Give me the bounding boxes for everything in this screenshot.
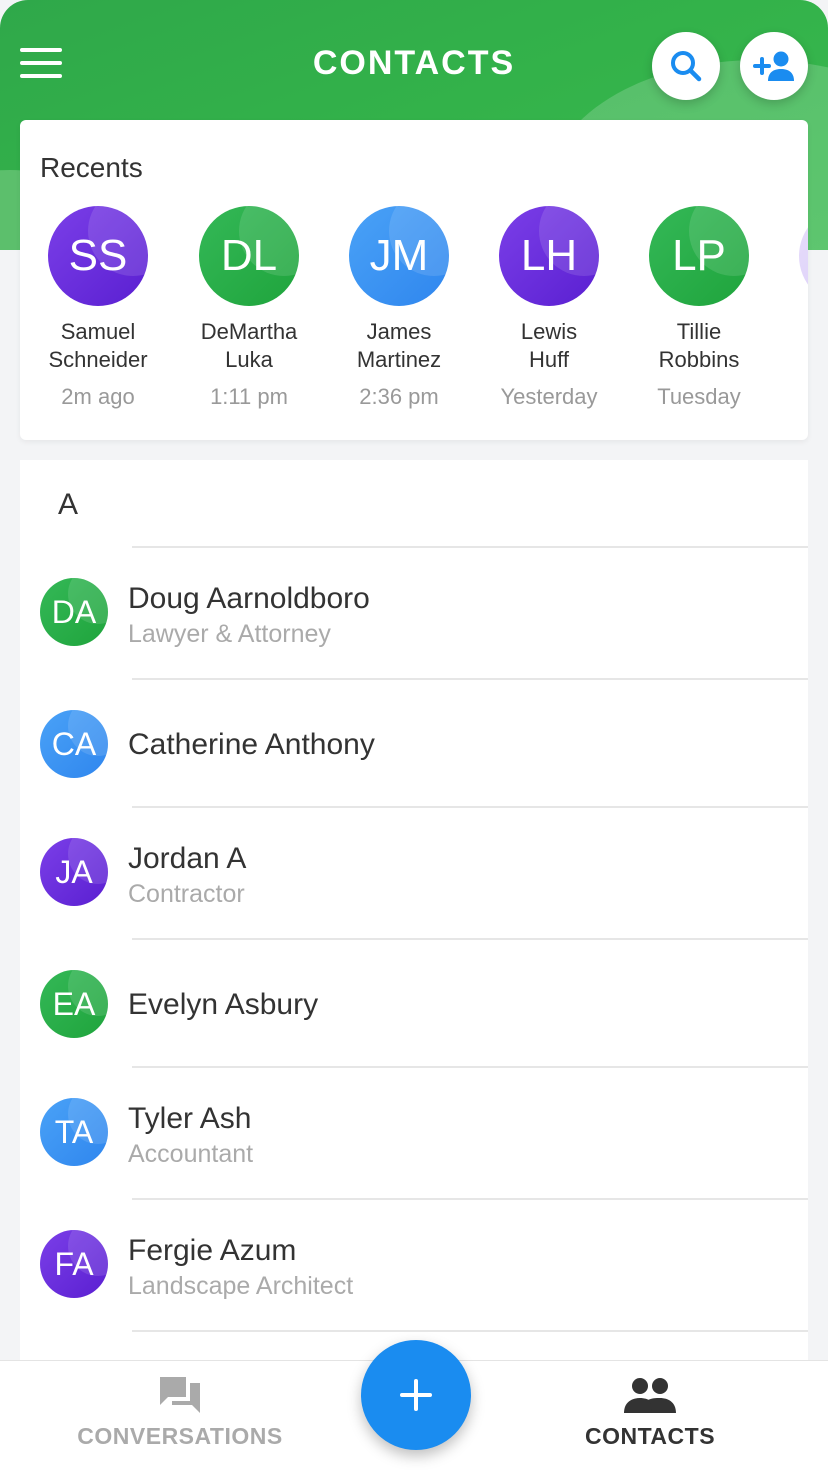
avatar: FA xyxy=(40,1230,108,1298)
avatar: JA xyxy=(40,838,108,906)
plus-icon xyxy=(400,1379,432,1411)
avatar xyxy=(799,206,808,306)
contact-name: Fergie Azum xyxy=(128,1234,297,1267)
recent-contact-time: 2:36 pm xyxy=(359,384,439,409)
list-item[interactable]: TA Tyler Ash Accountant xyxy=(20,1068,808,1196)
list-item[interactable]: JA Jordan A Contractor xyxy=(20,808,808,936)
list-item[interactable]: EA Evelyn Asbury xyxy=(20,940,808,1068)
recent-contact-name: Lewis Huff xyxy=(520,319,578,372)
avatar: DA xyxy=(40,578,108,646)
recent-contact-time: 2m ago xyxy=(61,384,135,409)
add-contact-button[interactable] xyxy=(740,32,808,100)
recents-title: Recents xyxy=(40,152,143,183)
avatar: JM xyxy=(349,206,449,306)
tab-conversations-label: CONVERSATIONS xyxy=(77,1423,283,1449)
recent-contact-time: 1:11 pm xyxy=(210,384,288,409)
avatar: SS xyxy=(48,206,148,306)
recent-contact-time: Yesterday xyxy=(500,384,598,409)
avatar: TA xyxy=(40,1098,108,1166)
list-item[interactable]: DA Doug Aarnoldboro Lawyer & Attorney xyxy=(20,548,808,676)
recent-contact[interactable]: JM James Martinez 2:36 pm xyxy=(324,206,474,410)
recents-card: Recents SS Samuel Schneider 2m ago DL DeM… xyxy=(20,120,808,440)
avatar: DL xyxy=(199,206,299,306)
contact-subtitle: Landscape Architect xyxy=(128,1272,354,1300)
contact-name: Doug Aarnoldboro xyxy=(128,582,370,615)
people-icon xyxy=(624,1378,676,1413)
chat-bubbles-icon xyxy=(160,1377,200,1413)
recent-contact-name: DeMartha Luka xyxy=(200,319,298,372)
contact-name: Tyler Ash xyxy=(128,1102,252,1135)
contacts-list: A DA Doug Aarnoldboro Lawyer & Attorney … xyxy=(20,460,808,1380)
recent-contact[interactable]: LH Lewis Huff Yesterday xyxy=(474,206,624,410)
list-item[interactable]: CA Catherine Anthony xyxy=(20,680,808,808)
recent-contact-name: Samuel Schneider xyxy=(48,319,148,372)
recent-contact-time: T xyxy=(774,356,808,382)
recent-contact-time: Tuesday xyxy=(657,384,741,409)
contact-name: Catherine Anthony xyxy=(128,728,375,761)
tab-conversations[interactable]: CONVERSATIONS xyxy=(70,1375,290,1450)
recent-contact[interactable]: R T xyxy=(774,206,808,382)
contact-name: Jordan A xyxy=(128,842,247,875)
avatar: LH xyxy=(499,206,599,306)
recent-contact[interactable]: SS Samuel Schneider 2m ago xyxy=(23,206,173,410)
recent-contact[interactable]: LP Tillie Robbins Tuesday xyxy=(624,206,774,410)
new-conversation-button[interactable] xyxy=(361,1340,471,1450)
recent-contact-name: James Martinez xyxy=(356,319,442,372)
avatar: LP xyxy=(649,206,749,306)
list-item[interactable]: FA Fergie Azum Landscape Architect xyxy=(20,1200,808,1328)
contact-subtitle: Contractor xyxy=(128,880,245,908)
contact-subtitle: Lawyer & Attorney xyxy=(128,620,331,648)
avatar: CA xyxy=(40,710,108,778)
section-header: A xyxy=(58,488,79,521)
search-button[interactable] xyxy=(652,32,720,100)
recent-contact[interactable]: DL DeMartha Luka 1:11 pm xyxy=(174,206,324,410)
tab-contacts[interactable]: CONTACTS xyxy=(560,1375,740,1450)
contact-subtitle: Accountant xyxy=(128,1140,254,1168)
avatar: EA xyxy=(40,970,108,1038)
divider xyxy=(132,1330,808,1332)
contact-name: Evelyn Asbury xyxy=(128,988,319,1021)
search-icon xyxy=(671,51,702,82)
recent-contact-name: R xyxy=(774,318,808,346)
recent-contact-name: Tillie Robbins xyxy=(658,319,740,372)
add-contact-icon xyxy=(753,51,794,81)
tab-contacts-label: CONTACTS xyxy=(584,1423,716,1449)
